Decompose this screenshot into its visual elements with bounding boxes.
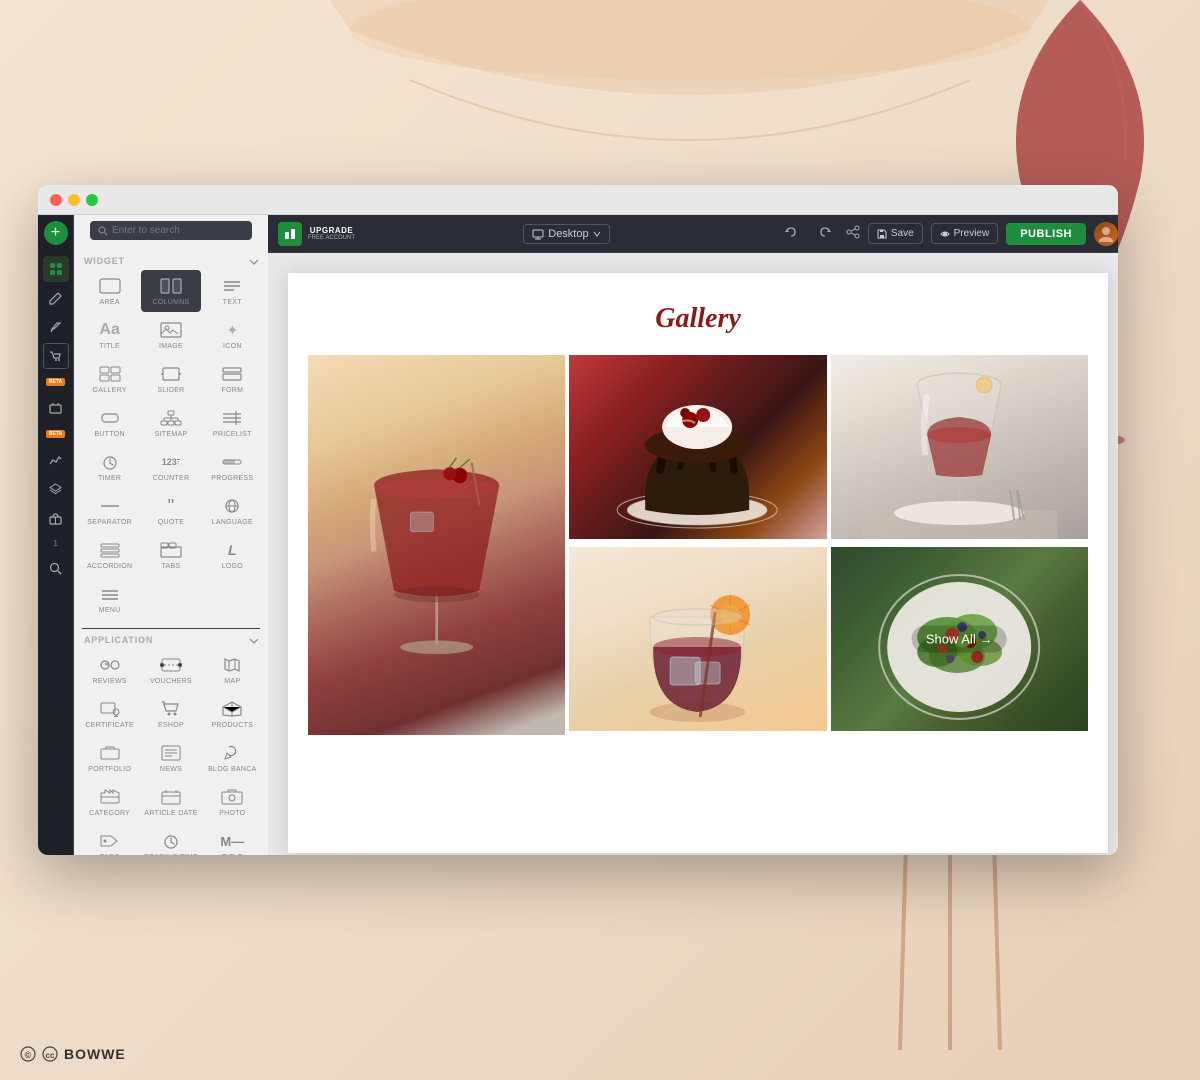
gallery-grid: Show All →	[308, 355, 1088, 735]
widget-menu[interactable]: MENU	[80, 578, 139, 620]
redo-button[interactable]	[812, 222, 838, 245]
layers-icon[interactable]	[43, 476, 69, 502]
widget-accordion[interactable]: ACCORDION	[80, 534, 139, 576]
widget-slider[interactable]: SLIDER	[141, 358, 200, 400]
widget-area[interactable]: AREA	[80, 270, 139, 312]
main-content: UPGRADE FREE ACCOUNT Desktop	[268, 215, 1118, 855]
topbar-nav: UPGRADE FREE ACCOUNT Desktop	[268, 215, 1118, 253]
website-canvas: Gallery	[288, 273, 1108, 853]
app-eshop[interactable]: ESHOP	[141, 693, 200, 735]
app-photo[interactable]: PHOTO	[203, 781, 262, 823]
cc-icon: cc	[42, 1046, 58, 1062]
svg-text:cc: cc	[46, 1051, 55, 1060]
widget-pricelist[interactable]: PRICELIST	[203, 402, 262, 444]
widget-counter[interactable]: 123↑ COUNTER	[141, 446, 200, 488]
app-blog-banca[interactable]: BLOG BANCA	[203, 737, 262, 779]
canvas-area: Gallery	[268, 253, 1118, 855]
gift-badge: 1	[53, 539, 57, 548]
crm-icon[interactable]	[43, 395, 69, 421]
creative-commons-icon: ©	[20, 1046, 36, 1062]
widget-title[interactable]: Aa TITLE	[80, 314, 139, 356]
widget-quote[interactable]: " QUOTE	[141, 490, 200, 532]
edit-icon[interactable]	[43, 285, 69, 311]
widget-columns[interactable]: COLUMNS	[141, 270, 200, 312]
publish-button[interactable]: PUBLISH	[1006, 223, 1086, 245]
gallery-item-cocktail-large[interactable]	[308, 355, 565, 735]
device-selector[interactable]: Desktop	[523, 224, 609, 244]
show-all-button[interactable]: Show All →	[912, 626, 1007, 653]
brand-logo: BOWWE	[64, 1046, 126, 1062]
widget-timer[interactable]: TIMER	[80, 446, 139, 488]
maximize-dot[interactable]	[86, 194, 98, 206]
widget-tabs[interactable]: TABS	[141, 534, 200, 576]
copyright-area: © cc BOWWE	[20, 1046, 126, 1062]
app-map[interactable]: MAP	[203, 649, 262, 691]
widget-gallery[interactable]: GALLERY	[80, 358, 139, 400]
gallery-item-wine-glass[interactable]	[831, 355, 1088, 543]
app-vouchers[interactable]: VOUCHERS	[141, 649, 200, 691]
app-products[interactable]: PRODUCTS	[203, 693, 262, 735]
save-button[interactable]: Save	[868, 223, 923, 244]
widget-sitemap[interactable]: SITEMAP	[141, 402, 200, 444]
widget-separator[interactable]: SEPARATOR	[80, 490, 139, 532]
analytics-icon[interactable]	[43, 447, 69, 473]
widget-text[interactable]: TEXT	[203, 270, 262, 312]
gallery-title: Gallery	[308, 303, 1088, 335]
search-bar[interactable]	[90, 221, 252, 240]
app-portfolio[interactable]: PORTFOLIO	[80, 737, 139, 779]
cart-icon[interactable]	[43, 343, 69, 369]
user-avatar[interactable]	[1094, 222, 1118, 246]
preview-button[interactable]: Preview	[931, 223, 999, 244]
widget-language[interactable]: LANGUAGE	[203, 490, 262, 532]
share-button[interactable]	[846, 225, 860, 242]
add-widget-button[interactable]: +	[44, 221, 68, 245]
app-reviews[interactable]: REVIEWS	[80, 649, 139, 691]
close-dot[interactable]	[50, 194, 62, 206]
app-logo	[278, 222, 302, 246]
svg-text:©: ©	[25, 1050, 32, 1060]
browser-window: + BETA B	[38, 185, 1118, 855]
app-category[interactable]: CATEGORY	[80, 781, 139, 823]
gift-icon[interactable]	[43, 505, 69, 531]
brush-icon[interactable]	[43, 314, 69, 340]
application-section-header[interactable]: APPLICATION	[74, 631, 268, 649]
gallery-item-show-all[interactable]: Show All →	[831, 547, 1088, 731]
widget-grid: AREA COLUMNS TEXT Aa TI	[74, 270, 268, 626]
upgrade-button[interactable]: UPGRADE FREE ACCOUNT	[308, 226, 355, 241]
beta-badge-crm: BETA	[46, 430, 65, 438]
application-grid: REVIEWS VOUCHERS MAP CERTIFICATE	[74, 649, 268, 855]
widget-section-header[interactable]: WIDGET	[74, 252, 268, 270]
app-title[interactable]: M— TITLE	[203, 825, 262, 855]
widget-progress[interactable]: PROGRESS	[203, 446, 262, 488]
gallery-section: Gallery	[288, 273, 1108, 765]
pages-icon[interactable]	[43, 256, 69, 282]
app-article-date[interactable]: ARTICLE DATE	[141, 781, 200, 823]
gallery-item-cake[interactable]	[569, 355, 826, 543]
widget-button[interactable]: BUTTON	[80, 402, 139, 444]
minimize-dot[interactable]	[68, 194, 80, 206]
app-news[interactable]: NEWS	[141, 737, 200, 779]
undo-button[interactable]	[778, 222, 804, 245]
app-certificate[interactable]: CERTIFICATE	[80, 693, 139, 735]
search-input[interactable]	[112, 225, 244, 236]
widget-icon[interactable]: ✦ ICON	[203, 314, 262, 356]
beta-badge-cart: BETA	[46, 378, 65, 386]
left-sidebar: + BETA B	[38, 215, 268, 855]
app-tags[interactable]: TAGS	[80, 825, 139, 855]
seo-icon[interactable]	[43, 555, 69, 581]
title-bar	[38, 185, 1118, 215]
widget-form[interactable]: FORM	[203, 358, 262, 400]
widget-logo[interactable]: L LOGO	[203, 534, 262, 576]
app-reading-time[interactable]: READING TIME	[141, 825, 200, 855]
gallery-item-cocktail-small[interactable]	[569, 547, 826, 735]
widget-image[interactable]: IMAGE	[141, 314, 200, 356]
